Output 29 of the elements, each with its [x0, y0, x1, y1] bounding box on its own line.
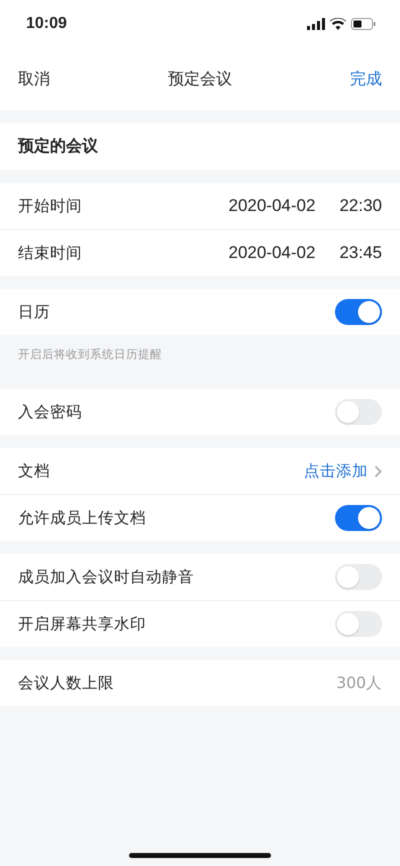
battery-icon [351, 18, 376, 30]
section-title: 预定的会议 [0, 123, 400, 170]
page-title: 预定会议 [168, 68, 232, 90]
setting-label: 开启屏幕共享水印 [18, 614, 147, 634]
wifi-icon [330, 18, 346, 30]
add-link[interactable]: 点击添加 [304, 460, 368, 482]
setting-label: 会议人数上限 [18, 672, 115, 694]
setting-label: 入会密码 [18, 402, 83, 422]
toggle-switch[interactable] [335, 611, 382, 637]
date-value[interactable]: 2020-04-02 [228, 196, 316, 216]
done-button[interactable]: 完成 [350, 68, 382, 90]
setting-label: 结束时间 [18, 242, 83, 264]
time-value[interactable]: 22:30 [339, 196, 382, 216]
signal-icon [307, 18, 325, 30]
hint-text: 开启后将收到系统日历提醒 [17, 346, 163, 363]
toggle-switch[interactable] [335, 564, 382, 590]
toggle-switch[interactable] [335, 399, 382, 425]
setting-label: 文档 [18, 460, 51, 482]
status-time: 10:09 [26, 15, 67, 33]
cancel-button[interactable]: 取消 [18, 68, 50, 90]
toggle-switch[interactable] [335, 505, 382, 531]
chevron-icon [374, 464, 382, 478]
date-value[interactable]: 2020-04-02 [228, 243, 316, 263]
setting-label: 成员加入会议时自动静音 [18, 566, 195, 588]
toggle-switch[interactable] [335, 299, 382, 325]
setting-label: 开始时间 [18, 196, 83, 216]
time-value[interactable]: 23:45 [339, 243, 382, 263]
setting-label: 允许成员上传文档 [18, 508, 147, 528]
setting-label: 日历 [18, 302, 51, 322]
